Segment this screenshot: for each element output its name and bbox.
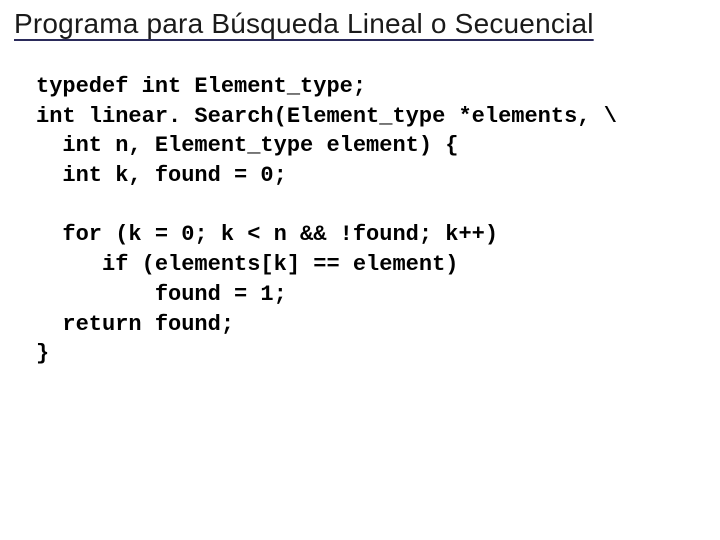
code-block: typedef int Element_type; int linear. Se…: [14, 72, 700, 369]
slide: Programa para Búsqueda Lineal o Secuenci…: [0, 0, 720, 540]
slide-title: Programa para Búsqueda Lineal o Secuenci…: [14, 8, 700, 46]
